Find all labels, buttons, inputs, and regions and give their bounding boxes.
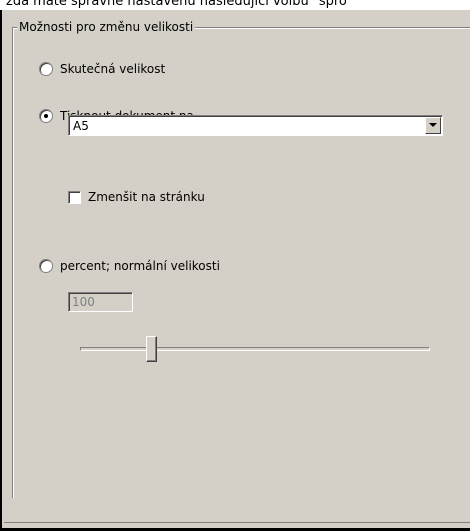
resize-options-panel: Možnosti pro změnu velikosti Skutečná ve…	[0, 10, 470, 531]
actual-size-label: Skutečná velikost	[60, 62, 166, 76]
percent-option[interactable]: percent; normální velikosti	[39, 259, 220, 273]
bottom-divider	[4, 522, 470, 523]
group-label: Možnosti pro změnu velikosti	[17, 20, 196, 34]
percent-input[interactable]: 100	[68, 292, 133, 312]
size-slider-track[interactable]	[80, 347, 430, 351]
paper-size-value: A5	[73, 119, 89, 133]
shrink-to-page-option[interactable]: Zmenšit na stránku	[68, 190, 205, 204]
actual-size-radio[interactable]	[39, 62, 53, 76]
actual-size-option[interactable]: Skutečná velikost	[39, 62, 165, 76]
paper-size-select[interactable]: A5	[68, 115, 443, 136]
percent-input-value: 100	[72, 295, 95, 309]
header-clipped-text: zda máte správně nastavenu následující v…	[6, 0, 347, 9]
header-clipped-text-strip: zda máte správně nastavenu následující v…	[0, 0, 470, 10]
shrink-to-page-checkbox[interactable]	[68, 190, 81, 204]
print-on-radio[interactable]	[39, 109, 53, 123]
percent-radio[interactable]	[39, 259, 53, 273]
size-slider-thumb[interactable]	[146, 336, 157, 362]
chevron-down-icon[interactable]	[425, 117, 441, 134]
shrink-to-page-label: Zmenšit na stránku	[88, 190, 205, 204]
percent-label: percent; normální velikosti	[60, 259, 220, 273]
